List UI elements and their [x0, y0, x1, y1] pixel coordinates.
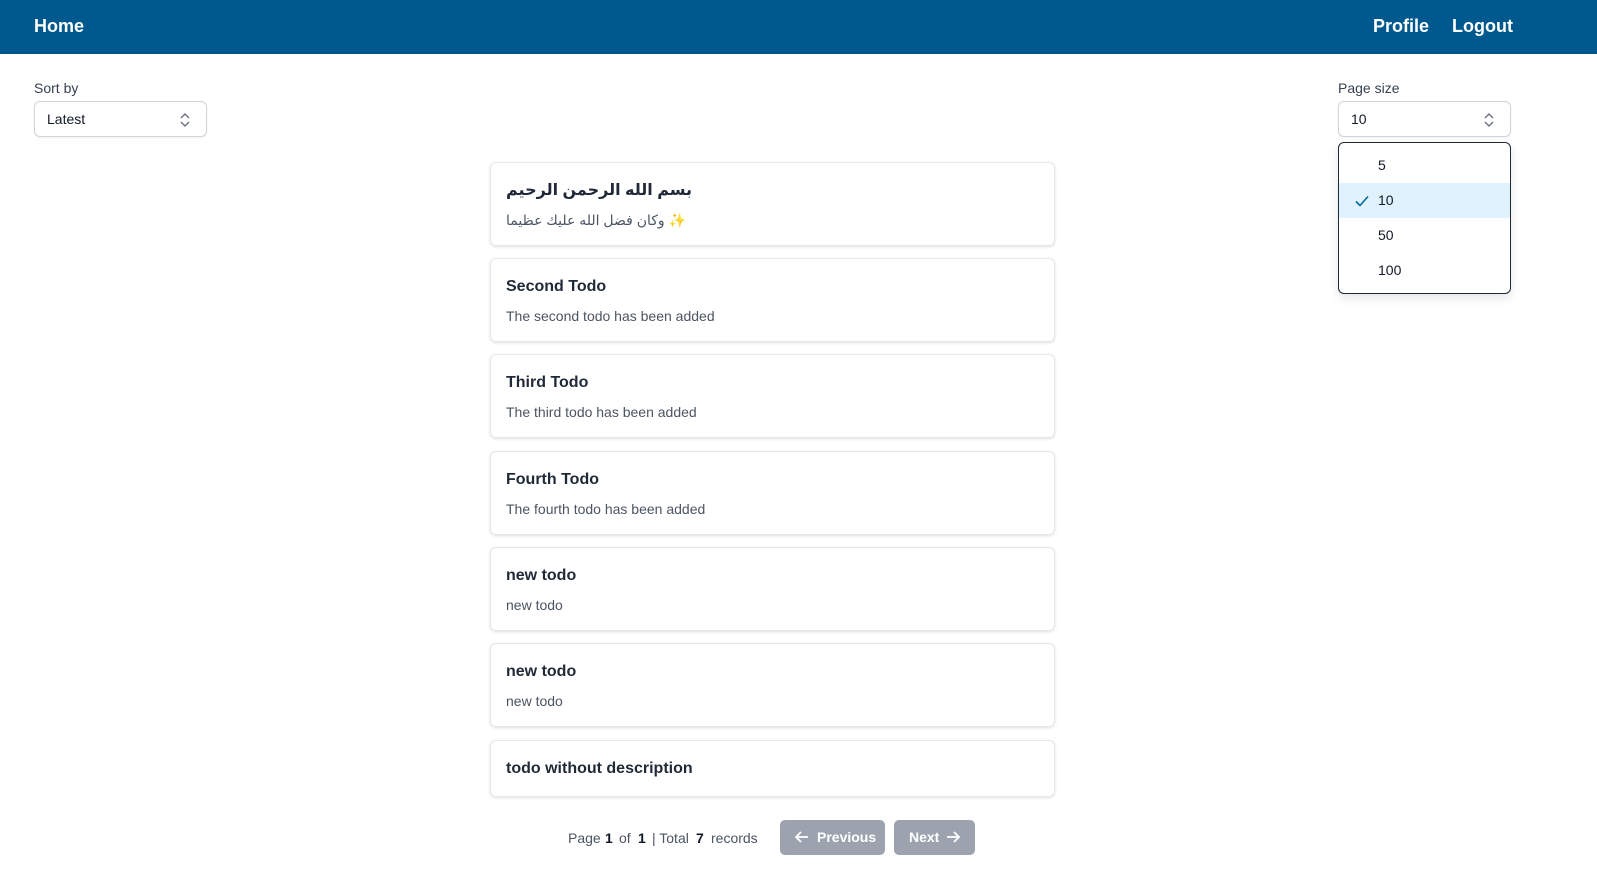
previous-button-label: Previous: [817, 829, 877, 845]
sort-by-label: Sort by: [34, 80, 79, 96]
current-page-number: 1: [605, 830, 613, 846]
previous-button[interactable]: Previous: [780, 820, 885, 855]
sort-by-value: Latest: [47, 111, 86, 127]
todo-card[interactable]: بسم الله الرحمن الرحيم وكان فضل الله علي…: [490, 162, 1055, 246]
todo-title: Third Todo: [506, 374, 589, 391]
pager-total-word: | Total: [652, 830, 689, 846]
todo-card[interactable]: Third Todo The third todo has been added: [490, 354, 1055, 438]
total-pages-number: 1: [638, 830, 646, 846]
todo-title: new todo: [506, 567, 577, 584]
page-size-select[interactable]: 10: [1338, 101, 1511, 137]
todo-card[interactable]: todo without description: [490, 740, 1055, 797]
todo-card[interactable]: Fourth Todo The fourth todo has been add…: [490, 451, 1055, 535]
todo-title: todo without description: [506, 760, 693, 777]
chevron-up-down-icon: [180, 113, 190, 127]
todo-description: new todo: [506, 597, 563, 613]
page-size-option[interactable]: 50: [1339, 218, 1510, 253]
todo-title: Second Todo: [506, 278, 607, 295]
todo-description: The third todo has been added: [506, 404, 697, 420]
total-records-number: 7: [696, 830, 704, 846]
page-size-option-selected[interactable]: 10: [1339, 183, 1510, 218]
todo-card[interactable]: Second Todo The second todo has been add…: [490, 258, 1055, 342]
logout-link[interactable]: Logout: [1452, 14, 1513, 38]
next-button-label: Next: [909, 829, 940, 845]
next-button[interactable]: Next: [894, 820, 975, 855]
todo-description: The fourth todo has been added: [506, 501, 706, 517]
page-size-label: Page size: [1338, 80, 1400, 96]
home-link[interactable]: Home: [34, 14, 84, 38]
top-navbar: Home Profile Logout: [0, 0, 1597, 54]
arrow-left-icon: [795, 831, 808, 843]
todo-card[interactable]: new todo new todo: [490, 547, 1055, 631]
todo-title: Fourth Todo: [506, 471, 599, 488]
page-size-value: 10: [1351, 111, 1367, 127]
pager-of-word: of: [619, 830, 631, 846]
page-size-dropdown: 5 10 50 100: [1338, 142, 1511, 294]
page-size-option[interactable]: 100: [1339, 253, 1510, 288]
pager-records-word: records: [711, 830, 758, 846]
todo-description: The second todo has been added: [506, 308, 715, 324]
todo-title: بسم الله الرحمن الرحيم: [506, 182, 693, 199]
todo-description: new todo: [506, 693, 563, 709]
sort-by-select[interactable]: Latest: [34, 101, 207, 137]
chevron-up-down-icon: [1484, 113, 1494, 127]
arrow-right-icon: [947, 831, 960, 843]
todo-card[interactable]: new todo new todo: [490, 643, 1055, 727]
page-size-option[interactable]: 5: [1339, 148, 1510, 183]
pager-page-word: Page: [568, 830, 601, 846]
check-icon: [1355, 195, 1369, 207]
todo-description: وكان فضل الله عليك عظيما ✨: [506, 212, 687, 228]
todo-title: new todo: [506, 663, 577, 680]
profile-link[interactable]: Profile: [1373, 14, 1429, 38]
